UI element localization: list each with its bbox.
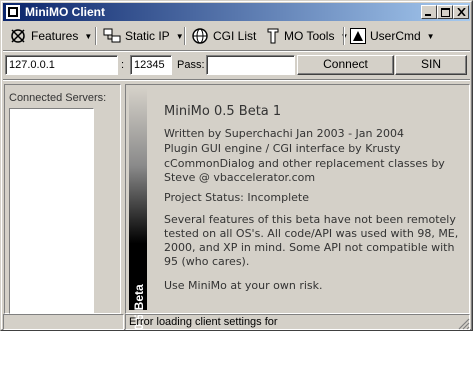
about-line: Several features of this beta have not b… (164, 213, 459, 268)
connect-divider (3, 79, 470, 81)
network-icon (103, 28, 121, 43)
maximize-icon (441, 8, 450, 17)
about-line: Use MiniMo at your own risk. (164, 279, 323, 292)
toolbar-separator (184, 27, 186, 45)
close-icon (457, 8, 466, 16)
globe-icon (192, 28, 208, 44)
toolbar-divider (3, 50, 470, 52)
toolbar-separator (343, 27, 345, 45)
close-button[interactable] (453, 5, 469, 19)
cgi-list-button[interactable]: CGI List (191, 24, 256, 48)
title-bar[interactable]: MiniMO Client (3, 3, 470, 21)
chevron-down-icon: ▼ (175, 31, 184, 41)
about-panel: MiniMo 0.5 Beta MiniMo 0.5 Beta 1 Writte… (125, 84, 470, 375)
about-heading: MiniMo 0.5 Beta 1 (164, 104, 282, 119)
mo-tools-menu-button[interactable]: MO Tools ▼ (266, 24, 348, 48)
features-label: Features (31, 29, 79, 43)
password-input[interactable] (206, 55, 295, 75)
project-status: Project Status: Incomplete (164, 191, 309, 204)
banner-text: MiniMo 0.5 Beta (132, 284, 146, 375)
host-input[interactable] (5, 55, 118, 75)
status-message: Error loading client settings for (125, 314, 470, 330)
features-menu-button[interactable]: Features ▼ (9, 24, 92, 48)
port-input[interactable] (130, 55, 172, 75)
port-colon-label: : (121, 59, 125, 71)
status-bar: Error loading client settings for (3, 314, 470, 330)
features-icon (11, 29, 25, 43)
static-ip-menu-button[interactable]: Static IP ▼ (103, 24, 184, 48)
connect-button[interactable]: Connect (297, 55, 394, 75)
tools-icon (267, 28, 279, 44)
app-icon (6, 5, 20, 19)
maximize-button[interactable] (437, 5, 453, 19)
user-cmd-menu-button[interactable]: UserCmd ▼ (350, 24, 435, 48)
user-cmd-icon (350, 28, 366, 44)
minimize-button[interactable] (421, 5, 437, 19)
toolbar: Features ▼ Static IP ▼ CGI List MO Tools ▼ … (3, 23, 470, 49)
servers-header: Connected Servers: (9, 92, 107, 104)
user-cmd-label: UserCmd (370, 29, 421, 43)
version-banner: MiniMo 0.5 Beta (129, 88, 147, 375)
pass-label: Pass: (177, 59, 205, 71)
mo-tools-label: MO Tools (284, 29, 335, 43)
minimize-icon (425, 14, 431, 16)
server-list[interactable] (9, 108, 94, 314)
toolbar-separator (95, 27, 97, 45)
main-window: MiniMO Client Features ▼ Static IP ▼ CGI L… (0, 0, 473, 375)
about-line: Plugin GUI engine / CGI interface by Kru… (164, 142, 401, 155)
status-cell-left (3, 314, 124, 330)
servers-panel: Connected Servers: (4, 84, 121, 314)
cgi-list-label: CGI List (213, 29, 257, 43)
static-ip-label: Static IP (125, 29, 170, 43)
about-line: cCommonDialog and other replacement clas… (164, 157, 445, 184)
chevron-down-icon: ▼ (426, 31, 435, 41)
chevron-down-icon: ▼ (84, 31, 93, 41)
about-line: Written by Superchachi Jan 2003 - Jan 20… (164, 127, 404, 140)
sin-button[interactable]: SIN (395, 55, 467, 75)
window-title: MiniMO Client (25, 5, 105, 19)
resize-grip-icon[interactable] (458, 318, 470, 330)
